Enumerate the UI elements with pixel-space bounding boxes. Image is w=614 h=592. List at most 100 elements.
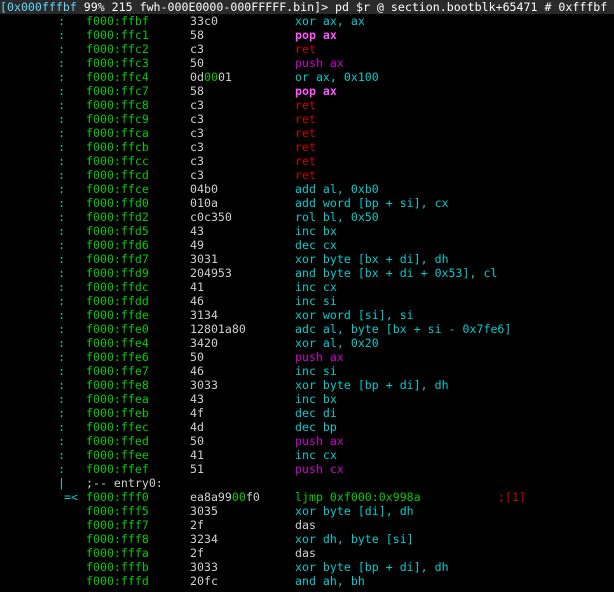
disasm-row[interactable]: : f000:ffe8 3033 xor byte [bp + di], dh [0, 378, 614, 392]
instruction-address[interactable]: f000:ffdc [86, 280, 149, 294]
instruction-address[interactable]: f000:ffef [86, 462, 149, 476]
disasm-row[interactable]: : f000:ffdc 41 inc cx [0, 280, 614, 294]
instruction-address[interactable]: f000:ffea [86, 392, 149, 406]
instruction-bytes: 46 [190, 364, 204, 378]
instruction-address[interactable]: f000:ffc7 [86, 84, 149, 98]
instruction-address[interactable]: f000:ffbf [86, 14, 149, 28]
disasm-row[interactable]: : f000:ffcd c3 ret [0, 168, 614, 182]
disasm-row[interactable]: : f000:ffed 50 push ax [0, 434, 614, 448]
flow-gutter: : [58, 98, 65, 112]
instruction-address[interactable]: f000:ffe0 [86, 322, 149, 336]
disasm-row[interactable]: : f000:ffbf 33c0 xor ax, ax [0, 14, 614, 28]
disasm-row[interactable]: : f000:ffca c3 ret [0, 126, 614, 140]
disasm-row[interactable]: : f000:ffd5 43 inc bx [0, 224, 614, 238]
instruction-address[interactable]: f000:fff8 [86, 532, 149, 546]
instruction-address[interactable]: f000:ffe4 [86, 336, 149, 350]
disasm-row[interactable]: : f000:ffdd 46 inc si [0, 294, 614, 308]
instruction-address[interactable]: f000:ffd9 [86, 266, 149, 280]
disasm-row[interactable]: f000:fffa 2f das [0, 546, 614, 560]
instruction-address[interactable]: f000:ffcb [86, 140, 149, 154]
disasm-row[interactable]: : f000:ffe0 12801a80 adc al, byte [bx + si … [0, 322, 614, 336]
instruction-address[interactable]: f000:ffc3 [86, 56, 149, 70]
instruction-address[interactable]: f000:ffd7 [86, 252, 149, 266]
disasm-row[interactable]: : f000:ffc9 c3 ret [0, 112, 614, 126]
disasm-row[interactable]: f000:fffd 20fc and ah, bh [0, 574, 614, 588]
disasm-row[interactable]: : f000:ffe4 3420 xor al, 0x20 [0, 336, 614, 350]
disasm-row[interactable]: f000:fffb 3033 xor byte [bp + di], dh [0, 560, 614, 574]
disasm-row[interactable]: : f000:ffd9 204953 and byte [bx + di + 0x53… [0, 266, 614, 280]
instruction-bytes: 43 [190, 392, 204, 406]
instruction-address[interactable]: f000:ffec [86, 420, 149, 434]
disasm-row[interactable]: : f000:ffc4 0d0001 or ax, 0x100 [0, 70, 614, 84]
instruction-bytes: c3 [190, 98, 204, 112]
disasm-row[interactable]: : f000:ffd2 c0c350 rol bl, 0x50 [0, 210, 614, 224]
flow-gutter: : [58, 210, 65, 224]
instruction-address[interactable]: f000:fffd [86, 574, 149, 588]
instruction-address[interactable]: f000:ffc4 [86, 70, 149, 84]
instruction-address[interactable]: f000:ffc1 [86, 28, 149, 42]
disasm-row[interactable]: f000:fff7 2f das [0, 518, 614, 532]
disasm-row[interactable]: : f000:ffec 4d dec bp [0, 420, 614, 434]
instruction-address[interactable]: f000:fffa [86, 546, 149, 560]
instruction-address[interactable]: f000:ffdd [86, 294, 149, 308]
prompt-address: [0x000fffbf [0, 0, 77, 14]
disasm-row[interactable]: : f000:ffee 41 inc cx [0, 448, 614, 462]
disasm-row[interactable]: : f000:ffcb c3 ret [0, 140, 614, 154]
disasm-row[interactable]: : f000:ffe6 50 push ax [0, 350, 614, 364]
instruction-address[interactable]: f000:ffde [86, 308, 149, 322]
disasm-row[interactable]: : f000:ffc7 58 pop ax [0, 84, 614, 98]
disasm-row[interactable]: : f000:ffc8 c3 ret [0, 98, 614, 112]
instruction-address[interactable]: f000:fffb [86, 560, 149, 574]
disasm-row[interactable]: : f000:ffc3 50 push ax [0, 56, 614, 70]
disasm-row[interactable]: : f000:ffce 04b0 add al, 0xb0 [0, 182, 614, 196]
instruction-text: push cx [295, 462, 344, 476]
instruction-address[interactable]: f000:ffce [86, 182, 149, 196]
instruction-address[interactable]: f000:ffc8 [86, 98, 149, 112]
instruction-address[interactable]: f000:ffe6 [86, 350, 149, 364]
instruction-text: dec cx [295, 238, 337, 252]
instruction-address[interactable]: f000:ffc2 [86, 42, 149, 56]
instruction-address[interactable]: f000:fff0 [86, 490, 149, 504]
instruction-bytes: 3033 [190, 378, 218, 392]
byte-group: ea8a99 [190, 490, 232, 504]
instruction-address[interactable]: f000:ffd2 [86, 210, 149, 224]
disasm-row[interactable]: : f000:ffc1 58 pop ax [0, 28, 614, 42]
disasm-row[interactable]: : f000:ffd0 010a add word [bp + si], cx [0, 196, 614, 210]
disasm-row[interactable]: =< f000:fff0 ea8a9900f0 ljmp 0xf000:0x998a;… [0, 490, 614, 504]
instruction-address[interactable]: f000:fff7 [86, 518, 149, 532]
instruction-address[interactable]: f000:ffee [86, 448, 149, 462]
instruction-address[interactable]: f000:fff5 [86, 504, 149, 518]
disasm-row[interactable]: : f000:ffd6 49 dec cx [0, 238, 614, 252]
xref-comment[interactable]: ;[1] [498, 490, 526, 504]
instruction-address[interactable]: f000:ffeb [86, 406, 149, 420]
disasm-row[interactable]: f000:fff5 3035 xor byte [di], dh [0, 504, 614, 518]
instruction-text: inc si [295, 294, 337, 308]
instruction-address[interactable]: f000:ffcd [86, 168, 149, 182]
instruction-address[interactable]: f000:ffed [86, 434, 149, 448]
disasm-row[interactable]: : f000:ffc2 c3 ret [0, 42, 614, 56]
flag-row[interactable]: | ;-- entry0: [0, 476, 614, 490]
instruction-bytes: 3031 [190, 252, 218, 266]
disasm-row[interactable]: : f000:ffea 43 inc bx [0, 392, 614, 406]
instruction-address[interactable]: f000:ffca [86, 126, 149, 140]
instruction-address[interactable]: f000:ffd5 [86, 224, 149, 238]
disasm-row[interactable]: : f000:ffcc c3 ret [0, 154, 614, 168]
flow-gutter: : [58, 406, 65, 420]
instruction-address[interactable]: f000:ffc9 [86, 112, 149, 126]
instruction-address[interactable]: f000:ffcc [86, 154, 149, 168]
flow-gutter: : [58, 42, 65, 56]
instruction-address[interactable]: f000:ffe8 [86, 378, 149, 392]
instruction-address[interactable]: f000:ffd6 [86, 238, 149, 252]
instruction-address[interactable]: f000:ffe7 [86, 364, 149, 378]
disasm-row[interactable]: : f000:ffe7 46 inc si [0, 364, 614, 378]
instruction-text: push ax [295, 350, 344, 364]
byte-group: f0 [245, 490, 260, 504]
disasm-row[interactable]: f000:fff8 3234 xor dh, byte [si] [0, 532, 614, 546]
command-prompt-line[interactable]: [0x000fffbf 99% 215 fwh-000E0000-000FFFF… [0, 0, 614, 14]
flow-gutter: : [58, 112, 65, 126]
instruction-address[interactable]: f000:ffd0 [86, 196, 149, 210]
disasm-row[interactable]: : f000:ffd7 3031 xor byte [bx + di], dh [0, 252, 614, 266]
disasm-row[interactable]: : f000:ffeb 4f dec di [0, 406, 614, 420]
disasm-row[interactable]: : f000:ffde 3134 xor word [si], si [0, 308, 614, 322]
disasm-row[interactable]: : f000:ffef 51 push cx [0, 462, 614, 476]
